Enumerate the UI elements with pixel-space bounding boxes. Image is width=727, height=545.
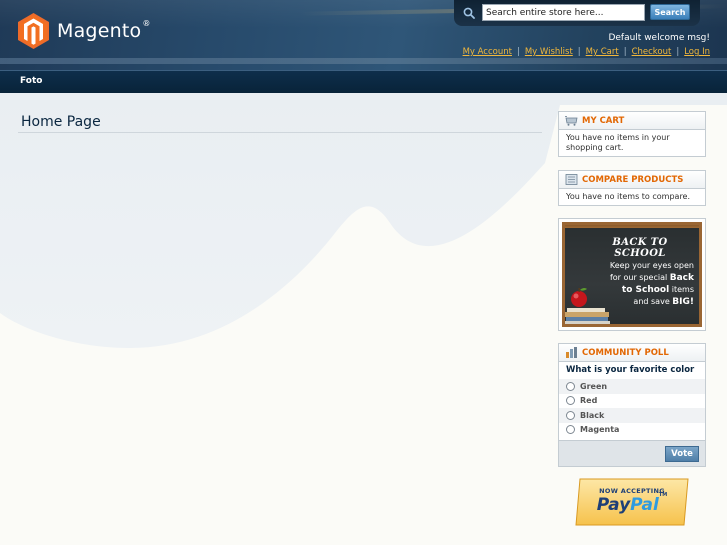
block-title: Community Poll: [582, 347, 669, 358]
main-content: Home Page My Cart You have no items in y…: [0, 93, 727, 545]
banner-text: for our special Back: [609, 273, 694, 283]
search-button[interactable]: Search: [650, 4, 690, 20]
header-decoration: [0, 58, 727, 64]
banner-text: and save BIG!: [633, 297, 694, 307]
compare-products-block: Compare Products You have no items to co…: [558, 170, 706, 206]
cart-empty-text: You have no items in your shopping cart.: [566, 133, 670, 152]
poll-actions: Vote: [559, 440, 705, 466]
my-cart-link[interactable]: My Cart: [586, 47, 619, 57]
poll-option-magenta[interactable]: Magenta: [559, 423, 705, 438]
logo-text: Magento®: [57, 18, 151, 42]
title-divider: [18, 132, 542, 133]
my-wishlist-link[interactable]: My Wishlist: [525, 47, 573, 57]
block-header: My Cart: [559, 112, 705, 130]
paypal-badge[interactable]: NOW ACCEPTING PayPalTM: [574, 478, 690, 526]
search-form: Search: [454, 0, 700, 26]
radio-button[interactable]: [566, 425, 575, 435]
link-separator: |: [577, 47, 581, 57]
radio-button[interactable]: [566, 410, 575, 420]
vote-button[interactable]: Vote: [665, 446, 699, 462]
search-input[interactable]: [482, 4, 645, 21]
paypal-now-accepting: NOW ACCEPTING: [599, 487, 665, 495]
banner-title: BACK TO SCHOOL: [612, 237, 668, 259]
magento-logo-icon: [18, 13, 49, 49]
block-header: Compare Products: [559, 171, 705, 189]
main-nav: Foto: [0, 70, 727, 93]
poll-option-green[interactable]: Green: [559, 379, 705, 394]
poll-icon: [566, 347, 577, 358]
header-links: My Account | My Wishlist | My Cart | Che…: [463, 47, 710, 57]
poll-option-label: Red: [580, 396, 598, 406]
poll-option-label: Green: [580, 381, 608, 391]
radio-button[interactable]: [566, 396, 575, 406]
community-poll-block: Community Poll What is your favorite col…: [558, 343, 706, 467]
header: Magento® Search Default welcome msg! My …: [0, 0, 727, 70]
logo[interactable]: Magento®: [18, 13, 151, 49]
my-account-link[interactable]: My Account: [463, 47, 512, 57]
compare-empty-text: You have no items to compare.: [566, 192, 691, 201]
banner-text: Keep your eyes open: [609, 261, 694, 270]
search-icon: [463, 7, 475, 19]
poll-question: What is your favorite color: [566, 365, 695, 375]
block-header: Community Poll: [559, 344, 705, 362]
chalkboard-image: BACK TO SCHOOL Keep your eyes open for o…: [562, 222, 702, 327]
welcome-message: Default welcome msg!: [608, 33, 710, 43]
checkout-link[interactable]: Checkout: [632, 47, 672, 57]
compare-icon: [565, 174, 578, 185]
poll-option-black[interactable]: Black: [559, 408, 705, 423]
block-title: Compare Products: [582, 174, 684, 185]
link-separator: |: [623, 47, 627, 57]
banner-text: to School items: [621, 285, 694, 295]
poll-option-red[interactable]: Red: [559, 394, 705, 409]
link-separator: |: [676, 47, 680, 57]
block-title: My Cart: [582, 115, 625, 126]
poll-option-label: Black: [580, 410, 605, 420]
link-separator: |: [516, 47, 520, 57]
apple-and-books-icon: [565, 288, 610, 324]
my-cart-block: My Cart You have no items in your shoppi…: [558, 111, 706, 157]
radio-button[interactable]: [566, 381, 575, 391]
cart-icon: [565, 116, 578, 126]
page-title: Home Page: [21, 114, 101, 130]
nav-item-foto[interactable]: Foto: [20, 76, 42, 86]
log-in-link[interactable]: Log In: [684, 47, 710, 57]
poll-option-label: Magenta: [580, 425, 620, 435]
back-to-school-banner[interactable]: BACK TO SCHOOL Keep your eyes open for o…: [558, 218, 706, 331]
paypal-logo: PayPalTM: [596, 492, 668, 515]
